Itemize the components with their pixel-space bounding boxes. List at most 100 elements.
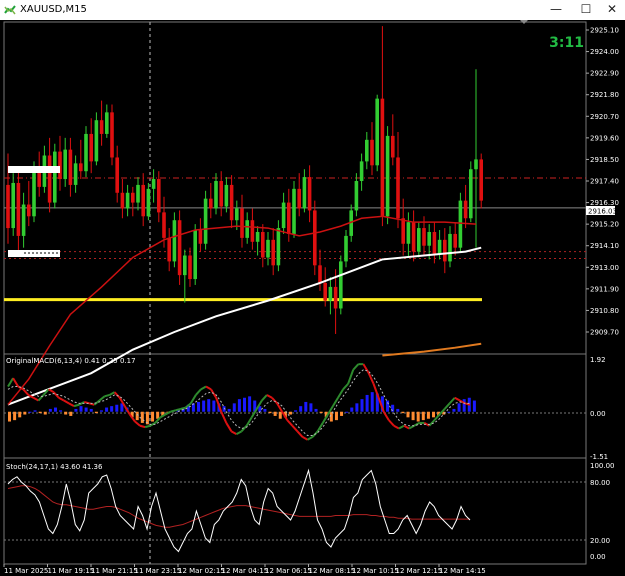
price-axis-label: 2925.10 (590, 27, 619, 35)
macd-histogram-bar (345, 411, 349, 413)
macd-histogram-bar (248, 396, 252, 412)
macd-line-segment (104, 393, 110, 398)
macd-line-segment (362, 363, 370, 374)
time-axis-label: 12 Mar 12:15 (396, 567, 443, 575)
bear-candle (313, 210, 317, 266)
macd-histogram-bar (89, 408, 93, 412)
macd-line-segment (286, 419, 294, 427)
bull-candle (63, 149, 67, 180)
price-axis-label: 2920.70 (590, 113, 619, 121)
macd-line-segment (68, 402, 75, 408)
macd-line-segment (398, 424, 405, 430)
macd-line-segment (307, 436, 314, 441)
bull-candle (266, 239, 270, 258)
maximize-button[interactable]: ☐ (572, 0, 600, 20)
stoch-signal-line (7, 485, 470, 528)
macd-histogram-bar (294, 410, 298, 412)
bear-candle (188, 255, 192, 280)
bear-candle (229, 184, 234, 221)
macd-histogram-bar (212, 400, 216, 412)
price-axis-label: 2922.90 (590, 70, 619, 78)
current-price-label: 2916.03 (588, 208, 617, 216)
bull-candle (359, 161, 364, 181)
macd-histogram-bar (23, 411, 27, 415)
macd-histogram-bar (28, 411, 32, 413)
macd-histogram-bar (288, 411, 292, 415)
bull-candle (21, 204, 26, 236)
macd-histogram-bar (13, 411, 17, 421)
macd-histogram-bar (268, 411, 272, 414)
macd-histogram-bar (472, 400, 476, 412)
bull-candle (183, 255, 187, 276)
macd-histogram-bar (99, 410, 103, 412)
bear-candle (391, 135, 395, 158)
macd-histogram-bar (64, 411, 68, 415)
macd-histogram-bar (462, 399, 466, 412)
macd-histogram-bar (8, 411, 11, 422)
bull-candle (302, 177, 307, 209)
macd-line-segment (454, 396, 461, 402)
bull-candle (94, 120, 99, 162)
macd-histogram-bar (411, 411, 415, 421)
bear-candle (411, 222, 416, 252)
macd-histogram-bar (421, 411, 425, 421)
bear-candle (198, 230, 203, 244)
macd-histogram-bar (59, 410, 63, 412)
macd-histogram-bar (84, 407, 88, 412)
macd-histogram-bar (355, 403, 359, 412)
macd-line-segment (230, 430, 237, 436)
macd-histogram-bar (396, 408, 400, 412)
bull-candle (245, 220, 249, 238)
time-axis-label: 12 Mar 14:15 (439, 567, 486, 575)
macd-line-segment (12, 377, 20, 388)
macd-line-segment (58, 396, 65, 402)
macd-histogram-bar (278, 411, 282, 419)
macd-line-segment (448, 397, 456, 405)
stoch-axis-20: 20.00 (590, 537, 610, 545)
bear-candle (240, 208, 244, 238)
close-button[interactable]: ✕ (598, 0, 625, 20)
price-axis-label: 2919.60 (590, 134, 619, 142)
bear-candle (131, 192, 135, 203)
macd-line-segment (337, 388, 344, 399)
macd-line-segment (443, 402, 451, 410)
minimize-button[interactable]: — (542, 0, 570, 20)
price-axis-label: 2916.30 (590, 199, 619, 207)
price-axis-label: 2910.80 (590, 307, 619, 315)
bull-candle (105, 112, 109, 134)
time-axis: 11 Mar 2025 11 Mar 19:1511 Mar 21:1511 Ma… (3, 564, 486, 575)
window-title: XAUUSD,M15 (20, 4, 87, 15)
chart-canvas[interactable]: 3:11 2925.10 2924.00 2922.90 2921.80 2920.70… (0, 20, 625, 576)
bear-candle (6, 184, 10, 229)
bull-candle (11, 182, 15, 229)
bull-candle (328, 286, 333, 301)
macd-histogram-bar (53, 407, 57, 412)
bull-candle (344, 235, 348, 262)
bear-candle (79, 163, 83, 172)
macd-histogram-bar (432, 411, 436, 418)
bull-candle (84, 133, 88, 172)
macd-histogram-bar (263, 408, 267, 412)
stoch-axis-0: 0.00 (590, 553, 606, 561)
macd-histogram-bar (105, 407, 109, 412)
bear-candle (68, 149, 73, 185)
bull-candle (235, 208, 239, 221)
bull-candle (474, 159, 478, 170)
level-label-box-upper (8, 166, 60, 173)
time-axis-label: 11 Mar 23:15 (135, 567, 182, 575)
price-axis-label: 2924.00 (590, 48, 619, 56)
macd-histogram-bar (314, 408, 318, 412)
macd-histogram-bar (227, 408, 231, 412)
macd-histogram-bar (386, 400, 390, 412)
macd-line-segment (296, 430, 304, 438)
macd-caption: OriginalMACD(6,13,4) 0.41 0.25 0.17 (6, 357, 136, 365)
macd-histogram-bar (207, 399, 211, 412)
bear-candle (463, 200, 468, 219)
chart-window[interactable]: 3:11 2925.10 2924.00 2922.90 2921.80 2920.70… (0, 20, 625, 576)
macd-histogram-bar (273, 411, 277, 416)
macd-histogram-bar (370, 392, 374, 412)
macd-line-segment (261, 394, 268, 402)
stoch-axis-100: 100.00 (590, 462, 615, 470)
macd-histogram-bar (197, 401, 201, 412)
bear-candle (16, 182, 21, 236)
